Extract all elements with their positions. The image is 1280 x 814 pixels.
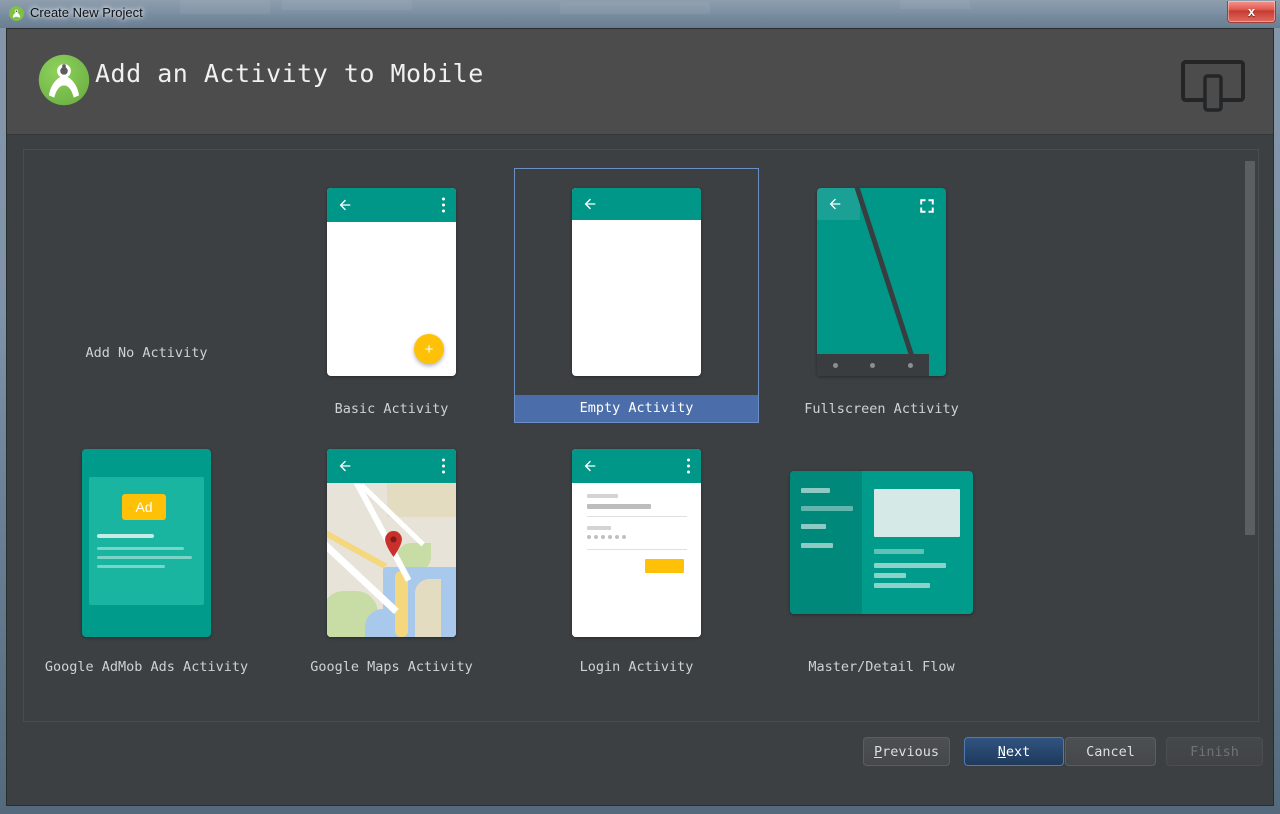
template-label: Add No Activity xyxy=(85,344,208,361)
ad-badge: Ad xyxy=(122,493,166,520)
template-label: Google AdMob Ads Activity xyxy=(44,659,249,675)
diagonal-accent xyxy=(850,188,927,376)
template-thumbnail-maps xyxy=(327,448,456,637)
previous-button[interactable]: Previous xyxy=(863,737,950,766)
map-pin-icon xyxy=(385,530,402,557)
template-card-login[interactable]: Login Activity xyxy=(514,431,759,681)
previous-label-rest: revious xyxy=(882,743,940,760)
detail-image xyxy=(874,489,960,537)
dialog-button-bar: Previous Next Cancel Finish xyxy=(7,723,1273,805)
back-arrow-icon xyxy=(584,198,596,210)
scrollbar-thumb[interactable] xyxy=(1245,161,1255,535)
close-icon: x xyxy=(1247,4,1256,19)
back-arrow-icon xyxy=(584,460,596,471)
finish-button: Finish xyxy=(1166,737,1263,766)
back-arrow-icon xyxy=(829,198,841,210)
window-titlebar[interactable]: Create New Project x xyxy=(0,0,1280,28)
template-card-basic-activity[interactable]: + Basic Activity xyxy=(269,168,514,423)
navigation-bar xyxy=(817,354,929,376)
back-arrow-icon xyxy=(339,199,351,211)
floating-action-button: + xyxy=(414,334,444,364)
template-card-empty-activity[interactable]: Empty Activity xyxy=(514,168,759,423)
window-title: Create New Project xyxy=(30,5,143,20)
template-card-maps[interactable]: Google Maps Activity xyxy=(269,431,514,681)
vertical-scrollbar[interactable] xyxy=(1244,151,1256,721)
template-thumbnail-empty xyxy=(572,188,701,376)
cancel-button[interactable]: Cancel xyxy=(1065,737,1156,766)
overflow-menu-icon xyxy=(442,197,445,213)
overflow-menu-icon xyxy=(687,458,690,473)
android-studio-logo xyxy=(38,54,90,106)
activity-template-grid: Add No Activity + Basic Activity Empty A… xyxy=(24,150,1240,681)
template-card-add-no-activity[interactable]: Add No Activity xyxy=(24,168,269,423)
previous-mnemonic: P xyxy=(873,743,883,760)
overflow-menu-icon xyxy=(442,458,445,473)
close-button[interactable]: x xyxy=(1227,1,1276,23)
template-label: Login Activity xyxy=(579,659,694,675)
template-label: Master/Detail Flow xyxy=(808,659,955,675)
template-thumbnail-master-detail xyxy=(790,471,973,614)
template-label: Google Maps Activity xyxy=(310,659,473,675)
map-canvas xyxy=(327,482,456,637)
next-label-rest: ext xyxy=(1005,743,1031,760)
dialog-header: Add an Activity to Mobile xyxy=(7,29,1273,135)
master-pane xyxy=(790,471,862,614)
template-card-master-detail[interactable]: Master/Detail Flow xyxy=(759,431,1004,681)
login-submit-button xyxy=(645,558,684,573)
app-bar xyxy=(327,188,456,222)
os-window-frame: Create New Project x Add an Activity to … xyxy=(0,0,1280,814)
login-form xyxy=(572,482,701,637)
page-title: Add an Activity to Mobile xyxy=(95,59,484,88)
back-arrow-icon xyxy=(339,460,351,471)
template-label: Fullscreen Activity xyxy=(804,401,959,417)
template-thumbnail-basic: + xyxy=(327,188,456,376)
template-thumbnail-fullscreen xyxy=(817,188,946,376)
template-card-admob[interactable]: Ad Google AdMob Ads Activity xyxy=(24,431,269,681)
app-bar xyxy=(327,448,456,483)
template-thumbnail-admob: Ad xyxy=(82,448,211,637)
app-bar xyxy=(572,188,701,220)
next-mnemonic: N xyxy=(997,743,1006,760)
plus-icon: + xyxy=(424,340,434,358)
app-bar xyxy=(572,448,701,483)
template-thumbnail-login xyxy=(572,448,701,637)
template-label: Basic Activity xyxy=(334,401,449,417)
activity-template-panel[interactable]: Add No Activity + Basic Activity Empty A… xyxy=(23,149,1259,722)
next-button[interactable]: Next xyxy=(964,737,1064,766)
fullscreen-icon xyxy=(920,199,934,213)
create-new-project-dialog: Add an Activity to Mobile Add No Activit… xyxy=(6,28,1274,806)
template-label: Empty Activity xyxy=(515,395,758,422)
ad-card: Ad xyxy=(89,476,204,605)
android-studio-icon xyxy=(9,6,24,21)
template-card-fullscreen-activity[interactable]: Fullscreen Activity xyxy=(759,168,1004,423)
tablet-phone-icon xyxy=(1181,60,1245,112)
